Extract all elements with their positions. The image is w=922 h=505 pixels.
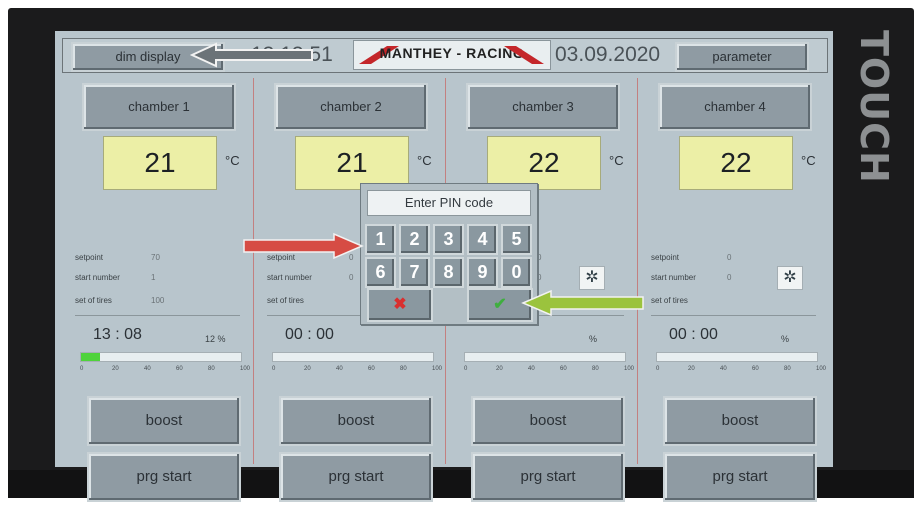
gray-arrow-icon	[190, 42, 313, 68]
manthey-racing-logo: MANTHEY - RACING	[353, 40, 551, 70]
scale-tick-label: 60	[176, 366, 183, 372]
parameter-button[interactable]: parameter	[675, 42, 809, 72]
scale-tick-label: 0	[656, 366, 660, 372]
progress-bar	[656, 352, 818, 362]
setpoint-label: setpoint	[651, 253, 680, 262]
scale-tick-label: 40	[528, 366, 535, 372]
progress-percent: 12 %	[205, 334, 226, 344]
temperature-unit: °C	[225, 153, 240, 168]
progress-bar-fill	[81, 353, 101, 361]
green-arrow-icon	[521, 289, 644, 317]
chamber-3-boost-button[interactable]: boost	[471, 396, 625, 446]
pin-cancel-button[interactable]: ✖	[367, 288, 433, 322]
checkmark-icon: ✔	[493, 296, 507, 313]
set-of-tires-label: set of tires	[651, 296, 688, 305]
start-number-label: start number	[651, 273, 696, 282]
chamber-4-button[interactable]: chamber 4	[658, 83, 812, 131]
progress-percent: %	[589, 334, 598, 344]
date-display: 03.09.2020	[555, 43, 661, 66]
start-number-value: 0	[727, 273, 732, 282]
pin-dialog: Enter PIN code 1 2 3 4 5 6 7 8 9 0 ✖ ✔	[360, 183, 538, 325]
progress-scale: 0 20 40 60 80 100	[651, 366, 826, 376]
separator-line	[75, 315, 240, 316]
progress-bar	[272, 352, 434, 362]
program-time: 00 : 00	[285, 326, 334, 343]
scale-tick-label: 0	[80, 366, 84, 372]
chamber-3-button[interactable]: chamber 3	[466, 83, 620, 131]
progress-bar	[80, 352, 242, 362]
scale-tick-label: 80	[784, 366, 791, 372]
chamber-column-4: chamber 4 22 °C setpoint 0 start number …	[631, 78, 826, 502]
progress-scale: 0 20 40 60 80 100	[75, 366, 250, 376]
chamber-2-boost-button[interactable]: boost	[279, 396, 433, 446]
scale-tick-label: 80	[400, 366, 407, 372]
chamber-4-temperature: 22	[679, 136, 793, 190]
scale-tick-label: 60	[752, 366, 759, 372]
chamber-1-boost-button[interactable]: boost	[87, 396, 241, 446]
pin-key-3[interactable]: 3	[433, 224, 464, 255]
pin-key-7[interactable]: 7	[399, 257, 430, 288]
setpoint-value: 0	[727, 253, 732, 262]
fan-icon[interactable]: ✲	[579, 266, 605, 290]
setpoint-label: setpoint	[75, 253, 104, 262]
fan-icon[interactable]: ✲	[777, 266, 803, 290]
temperature-unit: °C	[609, 153, 624, 168]
chamber-2-temperature: 21	[295, 136, 409, 190]
scale-tick-label: 80	[592, 366, 599, 372]
scale-tick-label: 60	[368, 366, 375, 372]
scale-tick-label: 20	[112, 366, 119, 372]
pin-key-2[interactable]: 2	[399, 224, 430, 255]
start-number-value: 1	[151, 273, 156, 282]
set-of-tires-value: 100	[151, 296, 165, 305]
pin-key-8[interactable]: 8	[433, 257, 464, 288]
scale-tick-label: 0	[272, 366, 276, 372]
chamber-1-temperature: 21	[103, 136, 217, 190]
scale-tick-label: 40	[720, 366, 727, 372]
scale-tick-label: 20	[496, 366, 503, 372]
pin-key-9[interactable]: 9	[467, 257, 498, 288]
pin-key-0[interactable]: 0	[501, 257, 532, 288]
pin-dialog-title: Enter PIN code	[367, 190, 531, 216]
progress-scale: 0 20 40 60 80 100	[459, 366, 634, 376]
pin-key-6[interactable]: 6	[365, 257, 396, 288]
separator-line	[651, 315, 816, 316]
chamber-4-boost-button[interactable]: boost	[663, 396, 817, 446]
start-number-label: start number	[267, 273, 312, 282]
chamber-3-prg-start-button[interactable]: prg start	[471, 452, 625, 502]
scale-tick-label: 80	[208, 366, 215, 372]
temperature-unit: °C	[417, 153, 432, 168]
pin-key-5[interactable]: 5	[501, 224, 532, 255]
temperature-unit: °C	[801, 153, 816, 168]
scale-tick-label: 0	[464, 366, 468, 372]
program-time: 13 : 08	[93, 326, 142, 343]
chamber-1-prg-start-button[interactable]: prg start	[87, 452, 241, 502]
chamber-4-prg-start-button[interactable]: prg start	[663, 452, 817, 502]
chamber-column-1: chamber 1 21 °C setpoint 70 start number…	[55, 78, 250, 502]
cancel-icon: ✖	[393, 296, 407, 313]
scale-tick-label: 60	[560, 366, 567, 372]
progress-bar	[464, 352, 626, 362]
pin-key-4[interactable]: 4	[467, 224, 498, 255]
progress-scale: 0 20 40 60 80 100	[267, 366, 442, 376]
scale-tick-label: 20	[304, 366, 311, 372]
start-number-label: start number	[75, 273, 120, 282]
set-of-tires-label: set of tires	[267, 296, 304, 305]
program-time: 00 : 00	[669, 326, 718, 343]
chamber-2-button[interactable]: chamber 2	[274, 83, 428, 131]
progress-percent: %	[781, 334, 790, 344]
scale-tick-label: 20	[688, 366, 695, 372]
scale-tick-label: 40	[144, 366, 151, 372]
chamber-2-prg-start-button[interactable]: prg start	[279, 452, 433, 502]
pin-key-1[interactable]: 1	[365, 224, 396, 255]
setpoint-value: 70	[151, 253, 160, 262]
chamber-1-button[interactable]: chamber 1	[82, 83, 236, 131]
chamber-3-temperature: 22	[487, 136, 601, 190]
start-number-value: 0	[349, 273, 354, 282]
scale-tick-label: 40	[336, 366, 343, 372]
set-of-tires-label: set of tires	[75, 296, 112, 305]
red-arrow-icon	[243, 232, 364, 260]
scale-tick-label: 100	[816, 366, 827, 372]
